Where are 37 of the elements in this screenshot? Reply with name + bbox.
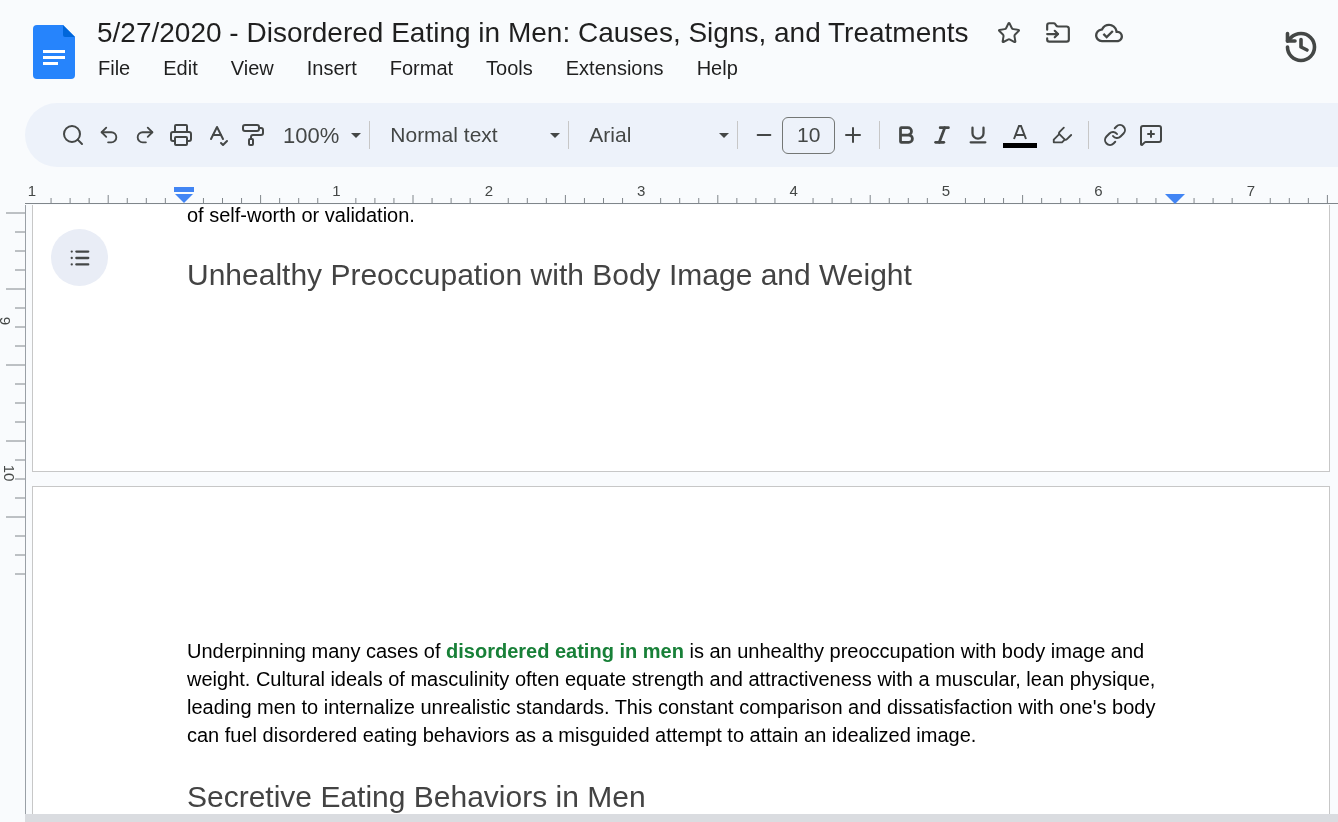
dropdown-caret-icon (351, 132, 362, 138)
menu-item[interactable]: View (222, 54, 282, 82)
ruler-number: 7 (1246, 183, 1255, 199)
docs-logo[interactable] (33, 25, 75, 79)
ruler-number: 5 (941, 183, 951, 199)
font-dropdown[interactable]: Arial (589, 119, 730, 151)
dropdown-caret-icon (719, 132, 730, 138)
menu-item[interactable]: Help (688, 54, 746, 82)
ruler-number: 10 (1, 464, 18, 482)
ruler-number: 9 (0, 316, 14, 326)
dropdown-caret-icon (550, 132, 561, 138)
document-title[interactable]: 5/27/2020 - Disordered Eating in Men: Causes, Signs, and Treatments (97, 15, 969, 51)
ruler-number: 6 (1094, 183, 1103, 199)
style-dropdown[interactable]: Normal text (390, 119, 561, 151)
menu-item[interactable]: File (97, 54, 139, 82)
body-paragraph: Underpinning many cases of disordered eating in men is an unhealthy preoccupation with body image and weight. Cultural ideals of masculinity often equate strength and attractiveness with a muscular, lean physique, leading men to internalize unrealistic standards. This constant comparison and dissatisfaction with one's body can fuel disordered eating behaviors as a misguided attempt to attain an idealized image. (187, 639, 1157, 748)
font-size-field[interactable]: 10 (782, 116, 836, 154)
star-icon[interactable] (996, 21, 1021, 45)
ruler-number: 1 (27, 183, 37, 199)
heading: Secretive Eating Behaviors in Men (187, 779, 647, 814)
menu-item[interactable]: Extensions (557, 54, 672, 82)
zoom-dropdown[interactable]: 100% (283, 118, 362, 152)
menu-item[interactable]: Format (381, 54, 462, 82)
version-history-icon[interactable] (1283, 29, 1319, 65)
folder-move-icon[interactable] (1044, 20, 1071, 46)
ruler-number: 4 (789, 183, 798, 199)
menu-item[interactable]: Tools (478, 54, 541, 82)
ruler-number: 3 (637, 183, 646, 199)
menu-item[interactable]: Insert (298, 54, 365, 82)
keyword-link[interactable]: disordered eating in men (446, 640, 684, 662)
menu-item[interactable]: Edit (155, 54, 206, 82)
ruler-number: 1 (332, 183, 341, 199)
horizontal-scrollbar[interactable] (25, 814, 1338, 822)
ruler-number: 2 (484, 183, 493, 199)
body-text: of self-worth or validation. (187, 205, 416, 225)
heading: Unhealthy Preoccupation with Body Image and Weight (187, 257, 913, 293)
indent-marker-icon[interactable] (174, 187, 194, 203)
